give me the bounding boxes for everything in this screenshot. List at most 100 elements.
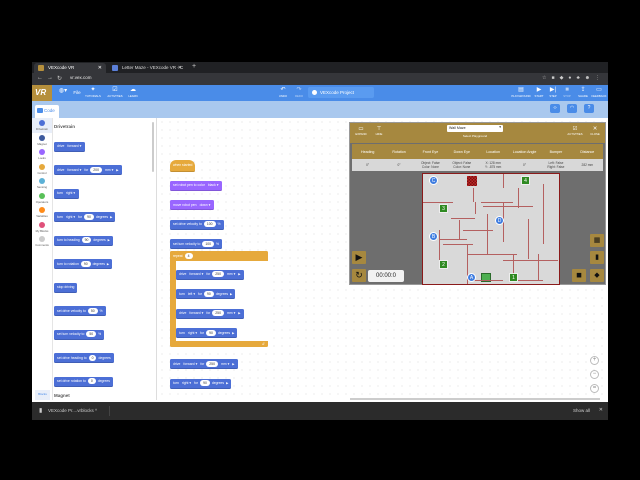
block-dropdown[interactable]: mm xyxy=(220,362,230,366)
camera-angle-icon[interactable]: ◆ xyxy=(590,269,604,282)
code-block[interactable]: turn to heading 90 degrees xyxy=(54,235,113,246)
camera-follow-icon[interactable]: ◼ xyxy=(572,269,586,282)
code-block[interactable]: set drive heading to 0 degrees xyxy=(54,353,114,363)
when-started-block[interactable]: when started xyxy=(170,159,196,172)
block-dropdown[interactable]: right xyxy=(187,331,198,335)
run-block-icon[interactable] xyxy=(230,292,232,296)
block-value-input[interactable]: 90 xyxy=(206,329,216,336)
block-dropdown[interactable]: forward xyxy=(66,144,82,148)
code-block[interactable]: driveforwardfor250mm xyxy=(170,359,238,369)
run-block-icon[interactable] xyxy=(226,381,228,385)
close-tab-icon[interactable]: ✕ xyxy=(178,65,182,71)
run-block-icon[interactable] xyxy=(232,331,234,335)
code-block[interactable]: drive forward xyxy=(54,141,86,152)
code-tab[interactable]: Code xyxy=(35,105,59,118)
close-button[interactable]: ✕ CLOSE xyxy=(586,126,604,136)
close-download-bar-icon[interactable]: ✕ xyxy=(599,407,603,413)
feedback-button[interactable]: ▭ FEEDBACK xyxy=(588,87,608,98)
block-dropdown[interactable]: forward xyxy=(66,168,82,172)
block-value-input[interactable]: 90 xyxy=(81,237,92,243)
run-block-icon[interactable] xyxy=(110,215,112,219)
back-icon[interactable]: ← xyxy=(37,75,43,81)
block-dropdown[interactable]: mm xyxy=(226,272,236,276)
hide-button[interactable]: ⊤ HIDE xyxy=(370,126,388,136)
category-operators[interactable]: Operators xyxy=(32,191,52,206)
block-value-input[interactable]: 4 xyxy=(184,253,193,259)
block-dropdown[interactable]: down xyxy=(199,203,212,207)
extension-icon[interactable]: ■ xyxy=(552,75,555,81)
repeat-block[interactable]: repeat4driveforwardfor250mmturnleftfor90… xyxy=(170,251,268,347)
code-block[interactable]: set drive rotation to 0 degrees xyxy=(54,376,113,387)
block-dropdown[interactable]: right xyxy=(65,215,76,219)
run-block-icon[interactable] xyxy=(116,168,118,172)
code-block[interactable]: turn right xyxy=(54,188,80,199)
block-dropdown[interactable]: right xyxy=(181,381,192,385)
block-value-input[interactable]: 90 xyxy=(200,380,210,386)
code-block[interactable]: driveforwardfor250mm xyxy=(176,269,244,280)
project-name-field[interactable]: VEXcode Project xyxy=(308,87,374,98)
block-dropdown[interactable]: forward xyxy=(188,311,204,315)
block-value-input[interactable]: 200 xyxy=(90,166,102,173)
code-block[interactable]: turnleftfor90degrees xyxy=(176,289,236,299)
code-block[interactable]: turnrightfor90degrees xyxy=(170,378,232,389)
block-dropdown[interactable]: mm xyxy=(104,168,114,172)
code-block[interactable]: move robot pen down xyxy=(170,200,215,210)
block-dropdown[interactable]: forward xyxy=(188,272,204,276)
expand-button[interactable]: ▭ EXPAND xyxy=(352,126,370,136)
category-variables[interactable]: Variables xyxy=(32,205,52,220)
url-field[interactable]: vr.vex.com xyxy=(70,75,92,80)
code-block[interactable]: stop driving xyxy=(54,282,78,293)
block-value-input[interactable]: 100 xyxy=(203,221,216,227)
code-block[interactable]: turnrightfor90degrees xyxy=(54,212,116,222)
playground-select[interactable]: Wall Maze xyxy=(447,125,503,132)
code-block[interactable]: set drive velocity to 100% xyxy=(170,219,224,230)
star-icon[interactable]: ☆ xyxy=(542,75,546,81)
zoom-reset-icon[interactable]: = xyxy=(590,384,599,393)
code-block[interactable]: turnrightfor90degrees xyxy=(176,328,238,338)
run-block-icon[interactable] xyxy=(108,238,110,242)
code-block[interactable]: set drive velocity to 50% xyxy=(54,306,106,316)
extension-icon[interactable]: ◆ xyxy=(560,75,564,81)
category-control[interactable]: Control xyxy=(32,162,52,177)
category-my-blocks[interactable]: My Blocks xyxy=(32,220,52,235)
tab-vexcode-vr[interactable]: VEXcode VR ✕ xyxy=(34,63,106,73)
code-viewer-icon[interactable]: ‹› xyxy=(550,104,560,113)
block-dropdown[interactable]: black xyxy=(207,183,220,187)
dashboard-icon[interactable]: ◠ xyxy=(567,104,577,113)
help-icon[interactable]: ? xyxy=(584,104,594,113)
zoom-in-icon[interactable]: + xyxy=(590,356,599,365)
camera-top-icon[interactable]: ▮ xyxy=(590,251,604,264)
redo-button[interactable]: ↷ REDO xyxy=(288,87,310,98)
close-tab-icon[interactable]: ✕ xyxy=(98,65,102,71)
code-block[interactable]: driveforwardfor250mm xyxy=(176,308,244,319)
category-sensing[interactable]: Sensing xyxy=(32,176,52,191)
code-block[interactable]: set robot pen to color black xyxy=(170,180,223,191)
download-item[interactable]: ▮ VEXcode Pr....vrblocks ^ xyxy=(36,406,110,416)
activities-button[interactable]: ☑ ACTIVITIES xyxy=(566,126,584,136)
block-value-input[interactable]: 90 xyxy=(84,213,94,220)
category-comments[interactable]: Comments xyxy=(32,234,52,249)
run-block-icon[interactable] xyxy=(107,262,109,266)
block-value-input[interactable]: 250 xyxy=(206,360,218,367)
canvas-scrollbar[interactable] xyxy=(350,398,600,400)
play-button[interactable]: ▶ xyxy=(352,251,366,264)
block-value-input[interactable]: 250 xyxy=(212,310,224,316)
palette-scrollbar[interactable] xyxy=(152,122,154,172)
show-all-button[interactable]: Show all xyxy=(573,408,590,413)
menu-icon[interactable]: ⋮ xyxy=(595,75,600,81)
blocks-tab[interactable]: Blocks xyxy=(35,390,50,400)
category-drivetrain[interactable]: Drivetrain xyxy=(32,118,52,133)
block-value-input[interactable]: 50 xyxy=(86,331,97,337)
puzzle-icon[interactable]: ♣ xyxy=(576,75,579,81)
avatar[interactable]: ☻ xyxy=(585,75,590,81)
block-value-input[interactable]: 50 xyxy=(87,307,98,314)
block-dropdown[interactable]: left xyxy=(187,292,196,296)
reload-icon[interactable]: ↻ xyxy=(57,75,62,82)
category-looks[interactable]: Looks xyxy=(32,147,52,162)
block-value-input[interactable]: 0 xyxy=(88,354,97,361)
block-dropdown[interactable]: forward xyxy=(182,362,198,366)
run-block-icon[interactable] xyxy=(238,272,240,276)
block-value-input[interactable]: 250 xyxy=(212,271,224,277)
zoom-out-icon[interactable]: − xyxy=(590,370,599,379)
code-block[interactable]: set turn velocity to 100% xyxy=(170,239,223,249)
